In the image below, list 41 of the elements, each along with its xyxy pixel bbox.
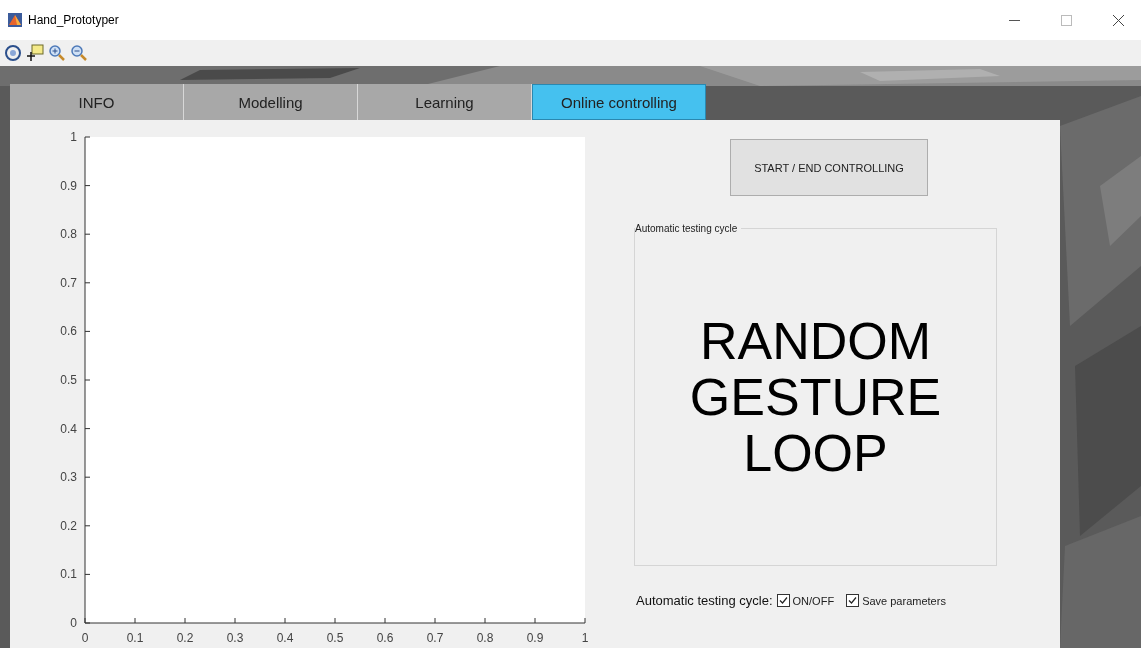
- close-icon[interactable]: [1112, 14, 1124, 26]
- x-tick-label: 1: [581, 631, 589, 645]
- rotate-3d-icon[interactable]: [4, 44, 22, 62]
- x-tick-label: 0: [81, 631, 89, 645]
- x-tick-label: 0.6: [376, 631, 394, 645]
- option-label: Automatic testing cycle:: [636, 593, 773, 608]
- x-tick-label: 0.1: [126, 631, 144, 645]
- check-icon: [778, 596, 788, 605]
- checkbox[interactable]: ON/OFF: [776, 594, 835, 607]
- x-tick-label: 0.3: [226, 631, 244, 645]
- y-tick-label: 0.8: [60, 227, 77, 242]
- tab[interactable]: INFO: [10, 84, 184, 120]
- app-icon: [8, 13, 22, 27]
- y-tick-label: 0.7: [60, 275, 77, 290]
- y-tick-label: 0.1: [60, 567, 77, 582]
- tab[interactable]: Online controlling: [532, 84, 706, 120]
- group-title: Automatic testing cycle: [635, 223, 742, 234]
- window-title: Hand_Prototyper: [28, 13, 119, 27]
- x-tick-label: 0.8: [476, 631, 494, 645]
- check-icon: [848, 596, 858, 605]
- y-tick-label: 0: [70, 616, 77, 630]
- data-cursor-icon[interactable]: [26, 44, 44, 62]
- y-tick-label: 0.3: [60, 470, 77, 485]
- y-tick-label: 0.5: [60, 373, 77, 387]
- zoom-out-icon[interactable]: [70, 44, 88, 62]
- x-tick-label: 0.2: [176, 631, 194, 645]
- zoom-in-icon[interactable]: [48, 44, 66, 62]
- x-tick-label: 0.9: [526, 631, 544, 645]
- checkbox[interactable]: Save parameters: [846, 594, 946, 607]
- y-tick-label: 0.2: [60, 518, 77, 533]
- display-text: RANDOM GESTURE LOOP: [688, 312, 943, 482]
- x-tick-label: 0.4: [276, 631, 294, 645]
- start-end-button[interactable]: START / END CONTROLLING: [730, 139, 928, 196]
- tab[interactable]: Learning: [358, 84, 532, 120]
- y-tick-label: 0.4: [60, 421, 77, 436]
- x-tick-label: 0.5: [326, 631, 344, 645]
- tab[interactable]: Modelling: [184, 84, 358, 120]
- x-tick-label: 0.7: [426, 631, 444, 645]
- y-tick-label: 0.9: [60, 178, 77, 193]
- y-tick-label: 1: [70, 130, 77, 144]
- y-tick-label: 0.6: [60, 324, 77, 339]
